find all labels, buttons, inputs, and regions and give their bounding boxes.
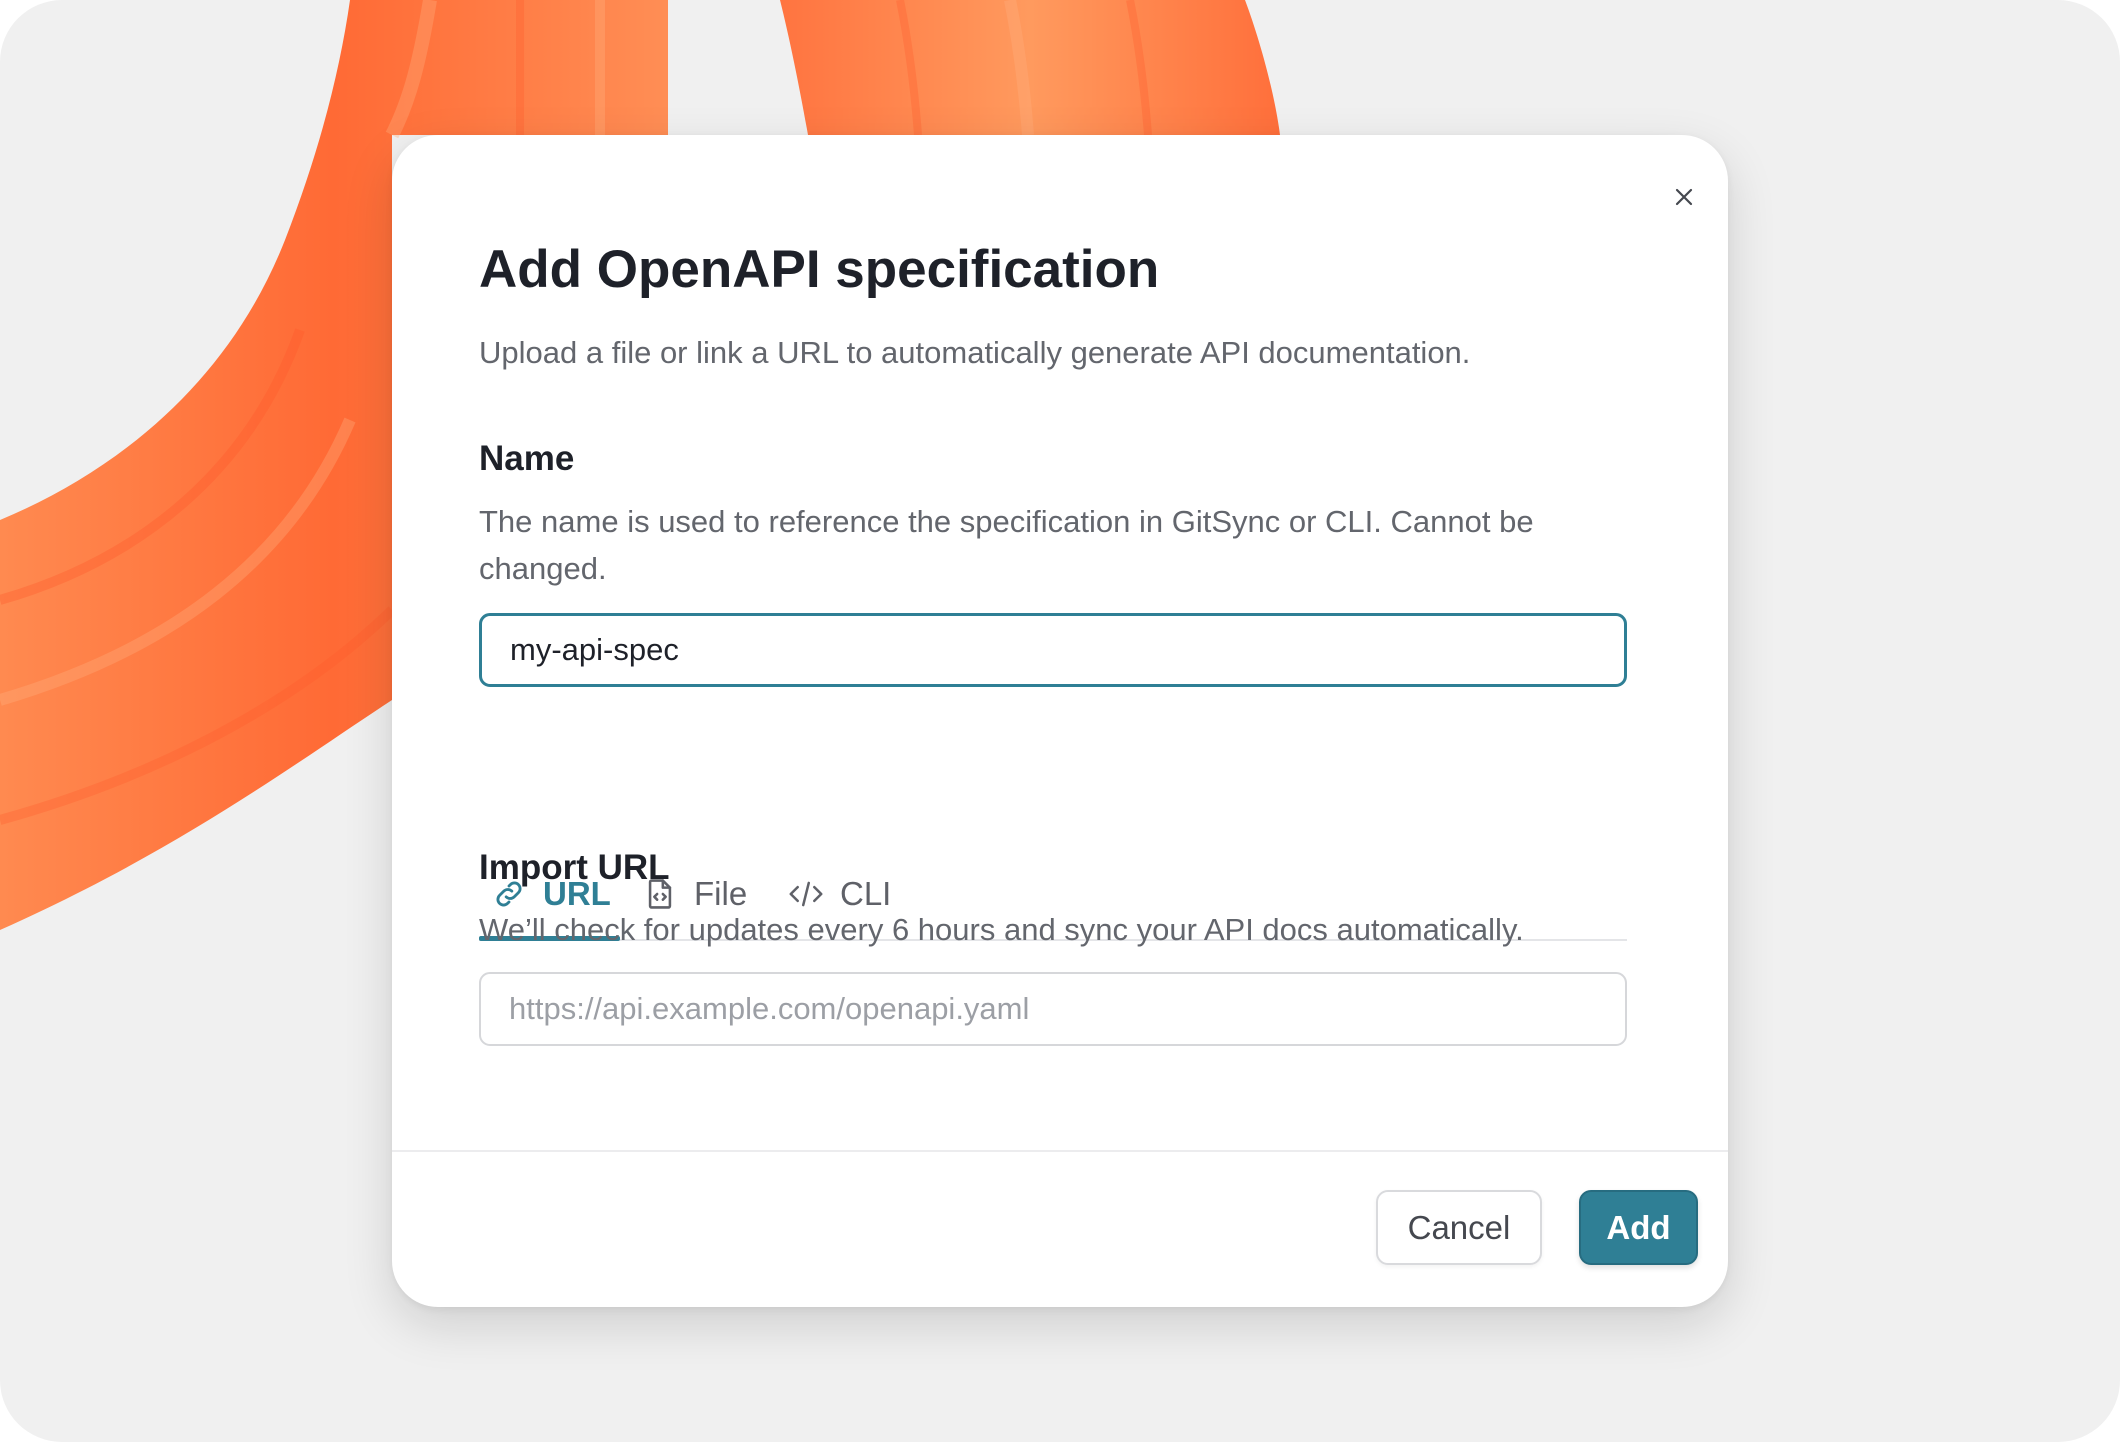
cancel-button[interactable]: Cancel <box>1376 1190 1542 1265</box>
app-background: Add OpenAPI specification Upload a file … <box>0 0 2120 1442</box>
name-label: Name <box>479 439 575 478</box>
dialog-subtitle: Upload a file or link a URL to automatic… <box>479 335 1471 370</box>
name-input[interactable] <box>479 613 1627 687</box>
footer-divider <box>392 1150 1728 1152</box>
add-button[interactable]: Add <box>1579 1190 1698 1265</box>
name-help-text: The name is used to reference the specif… <box>479 504 1534 586</box>
import-url-input[interactable] <box>479 972 1627 1046</box>
dialog-title: Add OpenAPI specification <box>479 240 1160 299</box>
import-url-label: Import URL <box>479 848 670 887</box>
import-url-help-text: We’ll check for updates every 6 hours an… <box>479 912 1524 947</box>
close-icon <box>1675 188 1693 206</box>
close-button[interactable] <box>1668 181 1700 213</box>
add-openapi-dialog: Add OpenAPI specification Upload a file … <box>392 135 1728 1307</box>
